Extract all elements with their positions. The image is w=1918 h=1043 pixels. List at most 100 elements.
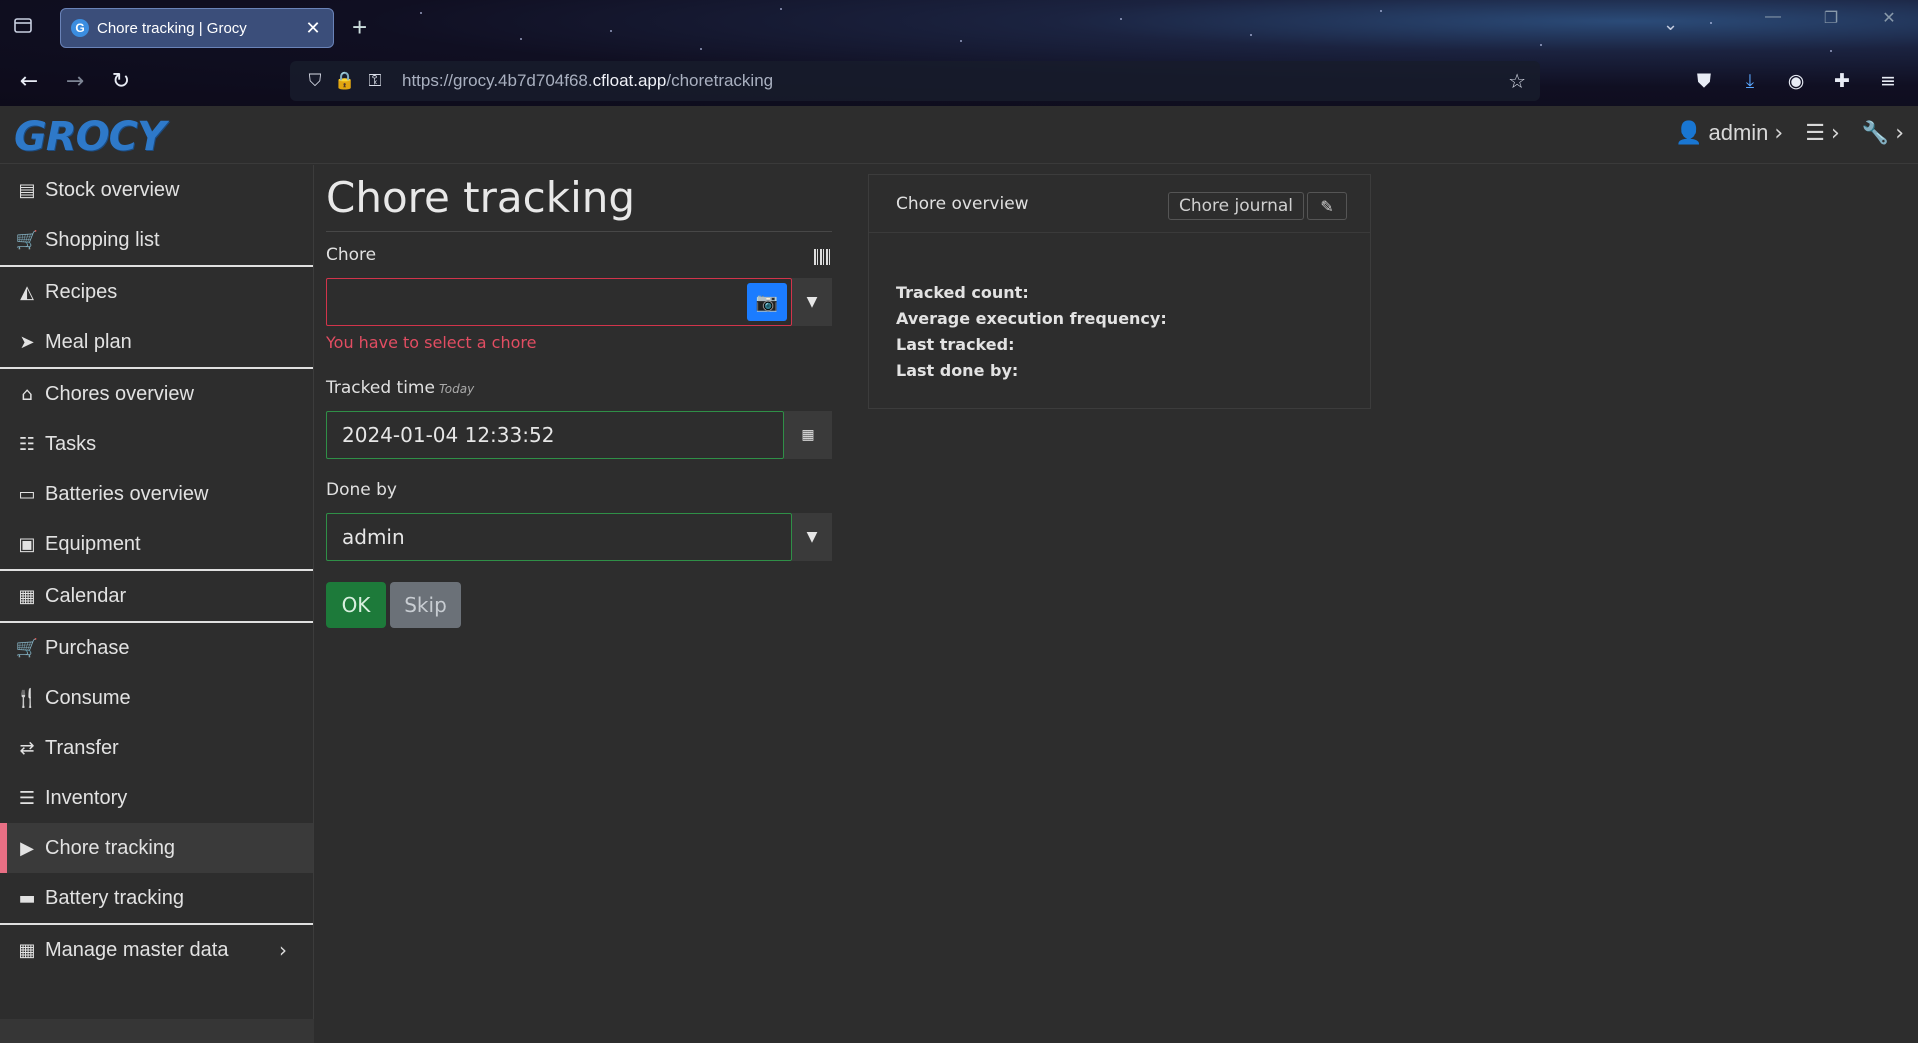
hamburger-icon[interactable]: ≡ [1872, 64, 1904, 98]
sidebar-item-label: Chores overview [45, 382, 194, 405]
puzzle-icon[interactable]: ✚ [1826, 64, 1858, 98]
chore-dropdown-toggle[interactable]: ▼ [792, 278, 832, 326]
arrow-left-icon[interactable]: ← [12, 64, 46, 98]
calendar-icon: ▦ [18, 585, 36, 607]
chevron-right-icon: › [279, 938, 287, 962]
sidebar-item-chore-tracking[interactable]: ▶ Chore tracking [0, 823, 313, 873]
sidebar-item-meal-plan[interactable]: ➤ Meal plan [0, 317, 313, 367]
skip-button[interactable]: Skip [390, 582, 461, 628]
calendar-icon[interactable]: ▦ [784, 411, 832, 459]
star-icon[interactable]: ☆ [1508, 69, 1526, 93]
sidebar-item-label: Equipment [45, 532, 141, 555]
tracked-time-label-text: Tracked time [326, 378, 435, 398]
stat-last-tracked: Last tracked: [896, 335, 1015, 354]
sidebar-item-consume[interactable]: 🍴 Consume [0, 673, 313, 723]
sidebar-item-label: Transfer [45, 736, 119, 759]
sidebar-item-label: Battery tracking [45, 886, 184, 909]
chore-journal-button[interactable]: Chore journal [1168, 192, 1305, 220]
restore-icon[interactable]: ❐ [1802, 8, 1860, 28]
pocket-icon[interactable]: ⛊ [1688, 64, 1720, 98]
grocy-logo[interactable]: GROCY [14, 114, 166, 160]
box-icon: ▤ [18, 179, 36, 201]
play-icon: ▶ [20, 837, 34, 859]
tab-list-icon[interactable] [12, 14, 38, 40]
sidebar-item-label: Stock overview [45, 178, 180, 201]
app-header: GROCY 👤 admin › ☰ › 🔧 › [0, 106, 1918, 164]
arrow-right-icon[interactable]: → [58, 64, 92, 98]
permissions-icon[interactable]: ⚿ [360, 71, 390, 91]
sidebar-item-manage-master-data[interactable]: ▦ Manage master data › [0, 925, 313, 975]
toolbox-icon: ▣ [18, 533, 36, 555]
pizza-icon: ◭ [20, 281, 34, 303]
lock-icon[interactable]: 🔒 [330, 71, 360, 91]
sidebar-item-stock-overview[interactable]: ▤ Stock overview [0, 165, 313, 215]
minimize-icon[interactable]: — [1744, 8, 1802, 28]
tracked-time-input[interactable]: 2024-01-04 12:33:52 [326, 411, 784, 459]
done-by-label: Done by [326, 480, 397, 500]
settings-menu[interactable]: ☰ › [1805, 120, 1840, 146]
chevron-down-icon[interactable]: ⌄ [1663, 14, 1678, 35]
reload-icon[interactable]: ↻ [104, 64, 138, 98]
stat-tracked-count: Tracked count: [896, 283, 1029, 302]
user-icon: 👤 [1675, 120, 1703, 145]
chore-stats: Tracked count: Average execution frequen… [896, 283, 1167, 387]
chevron-right-icon: › [1830, 120, 1840, 146]
sidebar-item-inventory[interactable]: ☰ Inventory [0, 773, 313, 823]
sidebar-item-chores-overview[interactable]: ⌂ Chores overview [0, 369, 313, 419]
close-icon[interactable]: ✕ [303, 18, 323, 39]
sidebar-item-calendar[interactable]: ▦ Calendar [0, 571, 313, 621]
barcode-icon[interactable] [814, 249, 832, 265]
chore-label: Chore [326, 245, 377, 265]
plus-icon[interactable]: + [352, 12, 367, 43]
tracked-time-hint: Today [438, 382, 475, 396]
download-icon[interactable]: ⤓ [1734, 64, 1766, 98]
sidebar-item-label: Chore tracking [45, 836, 176, 859]
card-title: Chore overview [896, 194, 1029, 214]
sidebar-item-batteries-overview[interactable]: ▭ Batteries overview [0, 469, 313, 519]
edit-icon[interactable]: ✎ [1307, 192, 1347, 220]
cart-plus-icon: 🛒 [15, 637, 39, 659]
url-bar[interactable]: ⛉ 🔒 ⚿ https://grocy.4b7d704f68.cfloat.ap… [290, 61, 1540, 101]
chevron-right-icon: › [1895, 120, 1904, 146]
sidebar-collapse-bar[interactable] [0, 1019, 314, 1043]
user-menu[interactable]: 👤 admin › [1675, 120, 1783, 146]
camera-icon[interactable]: 📷 [747, 283, 787, 321]
browser-tab[interactable]: G Chore tracking | Grocy ✕ [60, 8, 334, 48]
account-icon[interactable]: ◉ [1780, 64, 1812, 98]
window-close-icon[interactable]: ✕ [1860, 8, 1918, 28]
chevron-right-icon: › [1774, 120, 1784, 146]
done-by-select[interactable]: admin [326, 513, 792, 561]
sidebar-item-transfer[interactable]: ⇄ Transfer [0, 723, 313, 773]
tab-title: Chore tracking | Grocy [97, 19, 247, 37]
car-battery-icon: ▬ [18, 887, 36, 909]
sidebar-item-battery-tracking[interactable]: ▬ Battery tracking [0, 873, 313, 923]
tracked-time-label: Tracked time Today [326, 378, 474, 398]
sidebar-item-recipes[interactable]: ◭ Recipes [0, 267, 313, 317]
paper-plane-icon: ➤ [19, 331, 35, 353]
page-title: Chore tracking [326, 173, 636, 222]
user-name: admin [1708, 120, 1769, 145]
done-by-value: admin [342, 525, 405, 549]
tools-menu[interactable]: 🔧 › [1862, 120, 1904, 146]
browser-toolbar: ⛊ ⤓ ◉ ✚ ≡ [1688, 64, 1904, 98]
sidebar-item-purchase[interactable]: 🛒 Purchase [0, 623, 313, 673]
chore-input[interactable]: 📷 [326, 278, 792, 326]
navigation-bar: ← → ↻ ⛉ 🔒 ⚿ https://grocy.4b7d704f68.cfl… [0, 58, 1918, 104]
title-divider [326, 231, 832, 232]
sidebar-item-tasks[interactable]: ☷ Tasks [0, 419, 313, 469]
sidebar-item-equipment[interactable]: ▣ Equipment [0, 519, 313, 569]
sidebar-item-shopping-list[interactable]: 🛒 Shopping list [0, 215, 313, 265]
card-header: Chore overview Chore journal ✎ [869, 175, 1370, 233]
cart-icon: 🛒 [15, 229, 39, 251]
sidebar-item-label: Recipes [45, 280, 118, 303]
shield-icon[interactable]: ⛉ [300, 71, 330, 91]
sidebar-item-label: Tasks [45, 432, 97, 455]
sidebar-item-label: Consume [45, 686, 131, 709]
ok-button[interactable]: OK [326, 582, 386, 628]
url-text[interactable]: https://grocy.4b7d704f68.cfloat.app/chor… [402, 71, 773, 91]
done-by-dropdown-toggle[interactable]: ▼ [792, 513, 832, 561]
battery-icon: ▭ [18, 483, 36, 505]
grocy-favicon-icon: G [71, 19, 89, 37]
sidebar-item-label: Purchase [45, 636, 130, 659]
tab-bar: G Chore tracking | Grocy ✕ + ⌄ — ❐ ✕ [0, 0, 1918, 54]
